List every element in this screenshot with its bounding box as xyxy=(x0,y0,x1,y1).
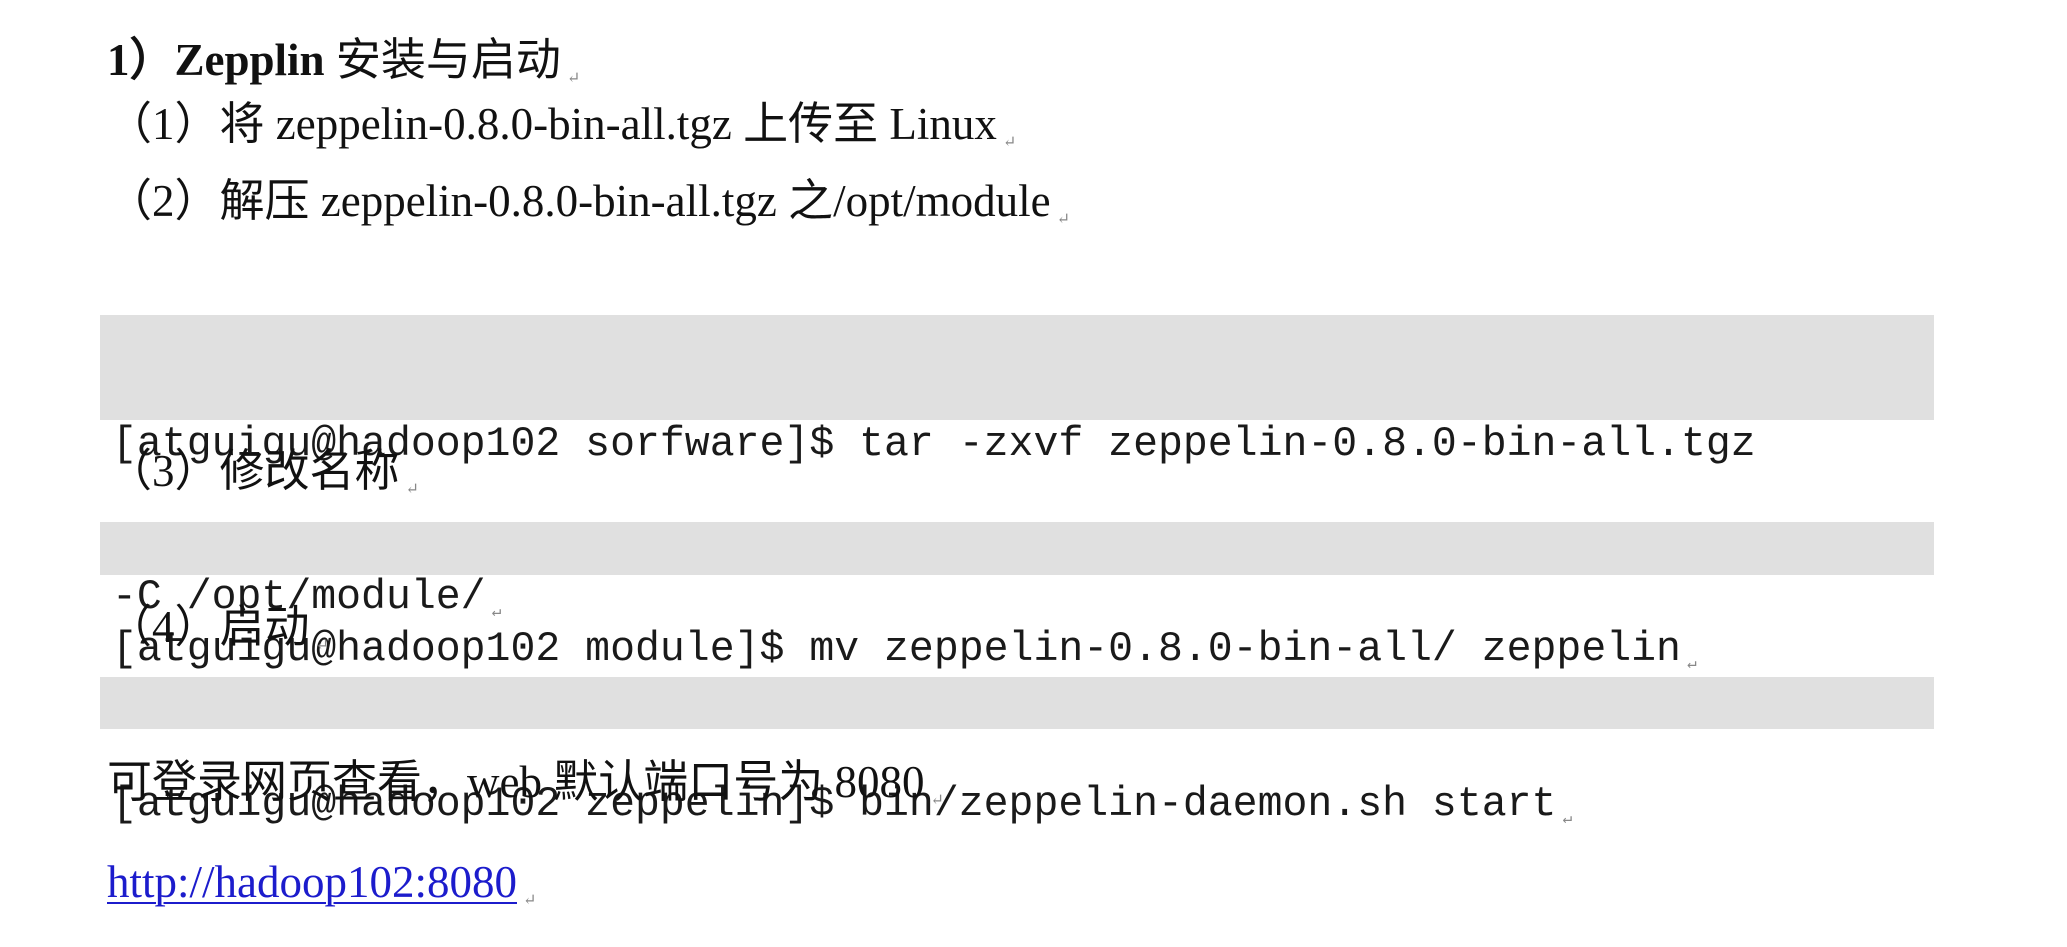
heading-number: 1） xyxy=(107,35,175,85)
paragraph-mark-icon: ↵ xyxy=(566,70,581,87)
web-link-line: http://hadoop102:8080 ↵ xyxy=(107,852,536,931)
heading-title-rest: 安装与启动 xyxy=(324,35,561,85)
step-4: （4）启动 ↵ xyxy=(107,597,329,676)
step-2: （2）解压 zeppelin-0.8.0-bin-all.tgz 之/opt/m… xyxy=(107,171,1070,250)
paragraph-mark-icon: ↵ xyxy=(315,637,329,654)
code-block-rename: [atguigu@hadoop102 module]$ mv zeppelin-… xyxy=(100,522,1934,673)
paragraph-mark-icon: ↵ xyxy=(405,481,419,498)
step-text: （3）修改名称 xyxy=(107,446,400,496)
heading-title-bold: Zepplin xyxy=(174,35,325,85)
web-ui-link[interactable]: http://hadoop102:8080 xyxy=(107,857,517,907)
step-1: （1）将 zeppelin-0.8.0-bin-all.tgz 上传至 Linu… xyxy=(107,94,1016,173)
paragraph-mark-icon: ↵ xyxy=(1002,134,1017,151)
paragraph-mark-icon: ↵ xyxy=(1056,211,1070,228)
step-text: （4）启动 xyxy=(107,602,310,652)
note-text: 可登录网页查看，web 默认端口号为 8080 xyxy=(107,757,925,807)
step-3: （3）修改名称 ↵ xyxy=(107,441,419,520)
paragraph-mark-icon: ↵ xyxy=(523,892,537,909)
paragraph-mark-icon: ↵ xyxy=(930,792,944,809)
paragraph-mark-icon: ↵ xyxy=(1562,810,1573,828)
step-text: （1）将 zeppelin-0.8.0-bin-all.tgz 上传至 Linu… xyxy=(107,99,997,149)
paragraph-mark-icon: ↵ xyxy=(1686,655,1697,673)
web-port-note: 可登录网页查看，web 默认端口号为 8080 ↵ xyxy=(107,752,944,831)
code-block-extract: [atguigu@hadoop102 sorfware]$ tar -zxvf … xyxy=(100,315,1934,621)
step-text: （2）解压 zeppelin-0.8.0-bin-all.tgz 之/opt/m… xyxy=(107,176,1051,226)
code-block-start: [atguigu@hadoop102 zeppelin]$ bin/zeppel… xyxy=(100,677,1934,828)
